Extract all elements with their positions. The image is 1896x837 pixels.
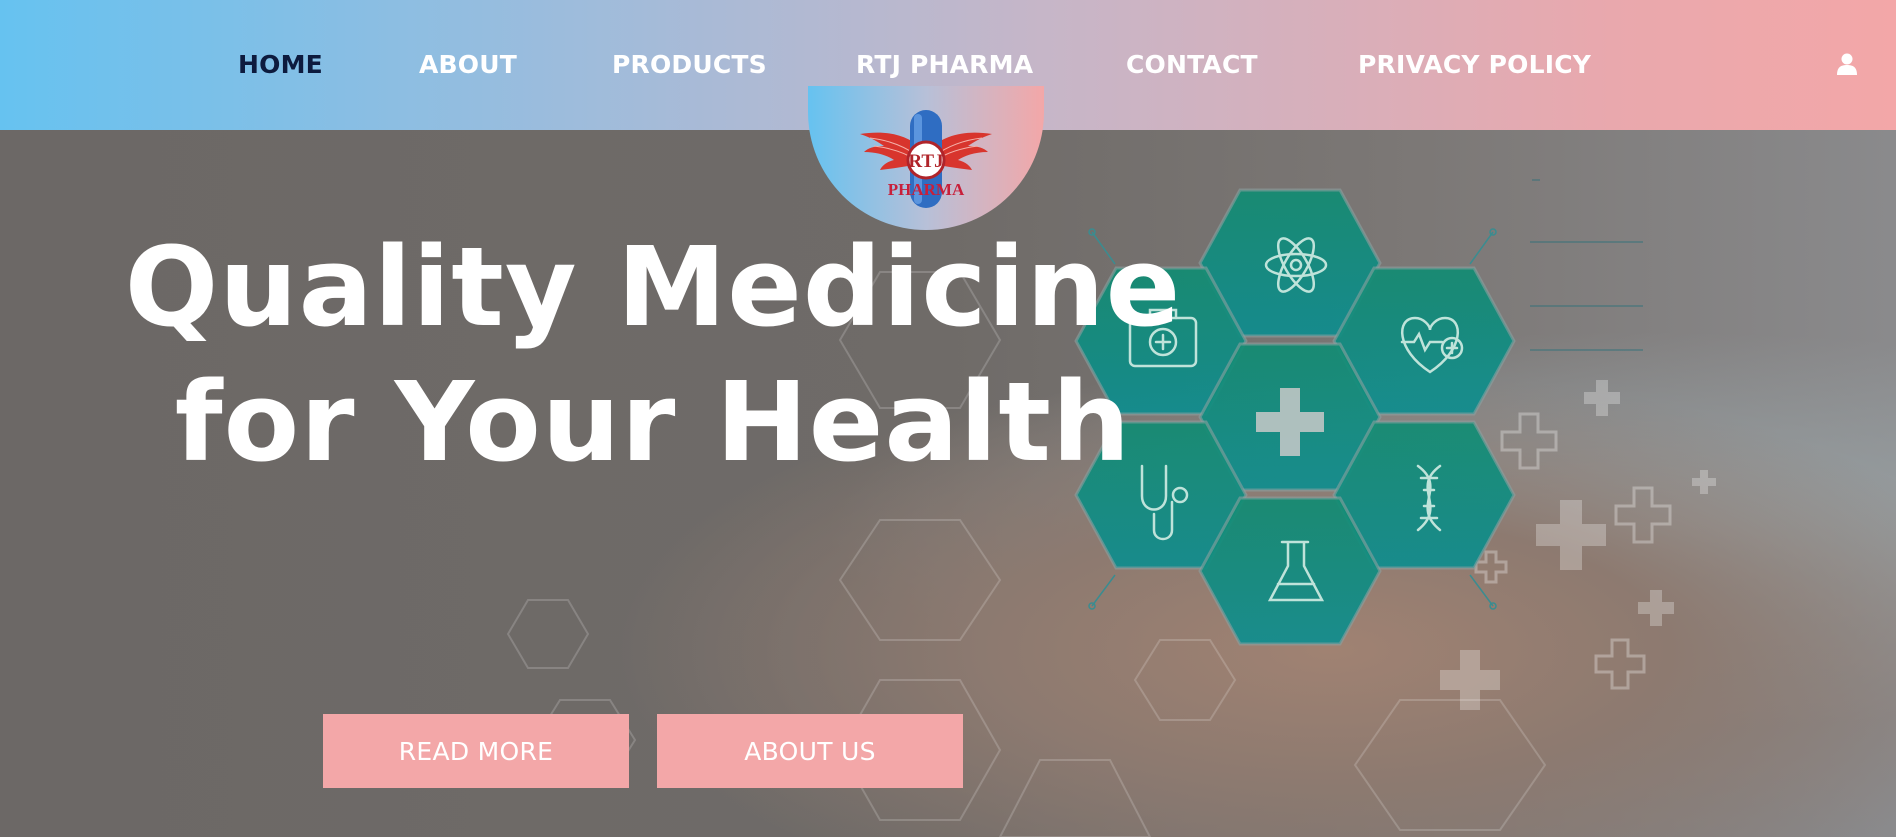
- headline-line-2: for Your Health: [174, 358, 1132, 486]
- nav-privacy-policy[interactable]: PRIVACY POLICY: [1358, 50, 1591, 79]
- hex-tile: [1198, 496, 1382, 646]
- logo-text-rtj: RTJ: [908, 151, 943, 172]
- hero-headline: Quality Medicine for Your Health: [0, 220, 1306, 490]
- nav-rtj-pharma[interactable]: RTJ PHARMA: [856, 50, 1033, 79]
- about-us-button[interactable]: ABOUT US: [657, 714, 963, 788]
- read-more-button[interactable]: READ MORE: [323, 714, 629, 788]
- nav-products[interactable]: PRODUCTS: [612, 50, 767, 79]
- nav-contact[interactable]: CONTACT: [1126, 50, 1258, 79]
- nav-about[interactable]: ABOUT: [419, 50, 517, 79]
- logo-text-pharma: PHARMA: [888, 180, 965, 199]
- nav-home[interactable]: HOME: [238, 50, 323, 79]
- headline-line-1: Quality Medicine: [124, 223, 1182, 351]
- user-icon[interactable]: [1836, 52, 1858, 76]
